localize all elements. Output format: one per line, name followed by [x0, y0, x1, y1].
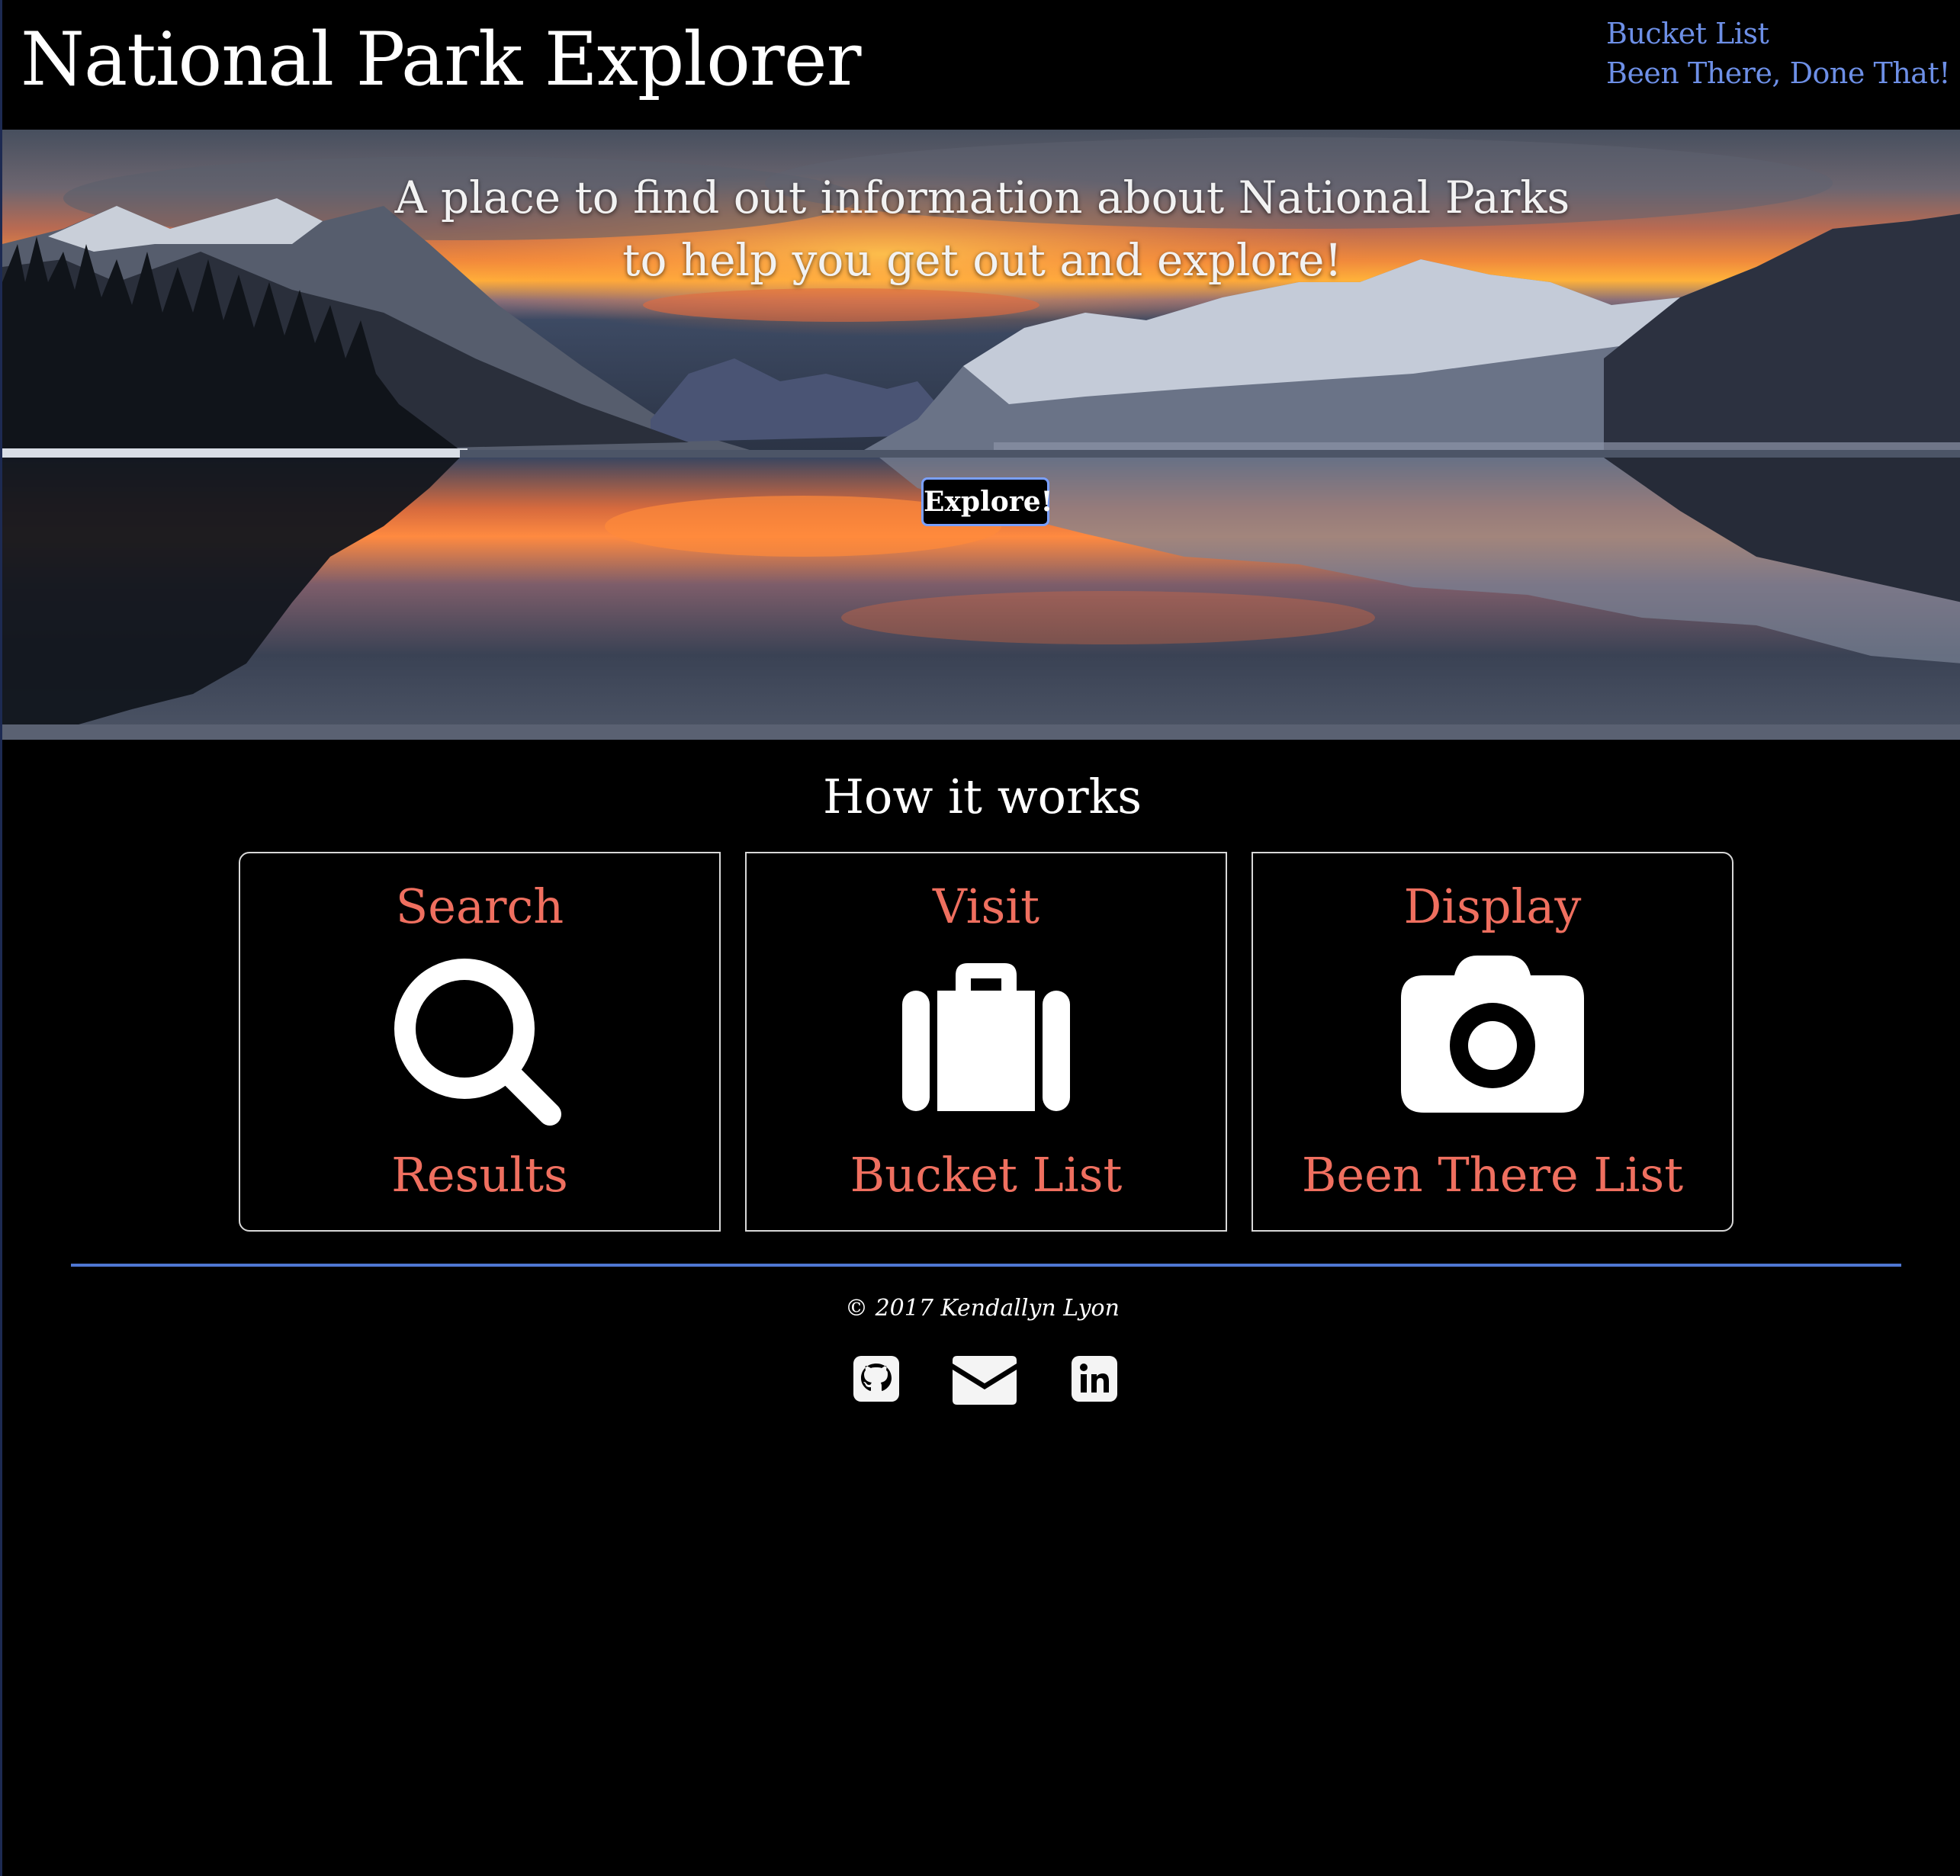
top-nav: Bucket List Been There, Done That!: [1606, 14, 1950, 93]
linkedin-icon: [1072, 1356, 1117, 1402]
nav-link-been-there[interactable]: Been There, Done That!: [1606, 53, 1950, 93]
github-icon: [853, 1356, 899, 1402]
site-header: National Park Explorer Bucket List Been …: [2, 0, 1960, 130]
email-link[interactable]: [953, 1356, 1017, 1405]
suitcase-icon: [902, 963, 1070, 1111]
footer-divider: [71, 1264, 1901, 1267]
card-display-title: Display: [1403, 879, 1582, 934]
camera-icon: [1401, 956, 1584, 1113]
card-visit-subtitle: Bucket List: [850, 1147, 1123, 1203]
nav-link-bucket-list[interactable]: Bucket List: [1606, 14, 1950, 53]
linkedin-link[interactable]: [1070, 1354, 1119, 1403]
page: National Park Explorer Bucket List Been …: [0, 0, 1960, 1876]
envelope-icon: [953, 1356, 1017, 1405]
card-display[interactable]: Display Been There List: [1252, 852, 1733, 1232]
hero-tagline-line-1: A place to find out information about Na…: [394, 172, 1570, 223]
hero-tagline-line-2: to help you get out and explore!: [622, 234, 1342, 286]
card-search-subtitle: Results: [391, 1147, 568, 1203]
card-search[interactable]: Search Results: [239, 852, 721, 1232]
github-link[interactable]: [852, 1354, 901, 1403]
copyright-text: © 2017 Kendallyn Lyon: [845, 1295, 1120, 1322]
card-search-title: Search: [395, 879, 564, 934]
card-display-subtitle: Been There List: [1301, 1147, 1684, 1203]
search-icon: [394, 959, 561, 1126]
hero-tagline: A place to find out information about Na…: [2, 166, 1960, 291]
explore-button[interactable]: Explore!: [921, 477, 1052, 526]
hero-banner: A place to find out information about Na…: [2, 130, 1960, 740]
how-it-works-title: How it works: [822, 769, 1142, 824]
site-title[interactable]: National Park Explorer: [21, 14, 861, 105]
card-visit[interactable]: Visit Bucket List: [745, 852, 1227, 1232]
card-visit-title: Visit: [932, 879, 1040, 934]
